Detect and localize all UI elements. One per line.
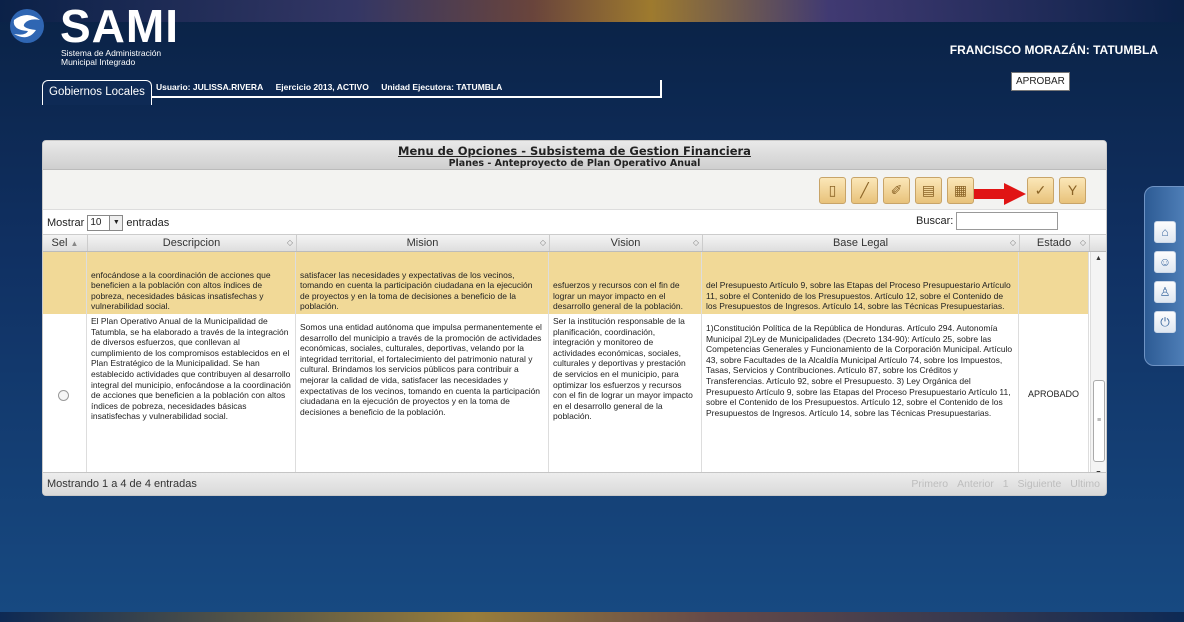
table-controls: Mostrar 10 ▼ entradas Buscar: (43, 210, 1106, 234)
report-icon: ▦ (953, 182, 968, 198)
table-info: Mostrando 1 a 4 de 4 entradas (47, 478, 197, 490)
col-vision[interactable]: Vision ◇ (549, 235, 703, 251)
scroll-up-icon[interactable]: ▲ (1095, 255, 1102, 262)
side-dock: ⌂ ☺ ♙ ⏻ (1144, 186, 1184, 366)
cell-estado (1019, 252, 1089, 314)
col-estado[interactable]: Estado ◇ (1019, 235, 1090, 251)
table-body: enfocándose a la coordinación de accione… (43, 252, 1106, 482)
action-toolbar: ▯ ╱ ✐ ▤ ▦ ✓ Y (43, 170, 1106, 210)
users-button[interactable]: ☺ (1154, 251, 1176, 273)
edit-icon: ╱ (860, 182, 869, 198)
power-icon: ⏻ (1160, 315, 1170, 329)
sort-icon: ◇ (539, 238, 546, 247)
table-scrollbar[interactable]: ▲ ≡ ▼ (1090, 252, 1106, 482)
table-row[interactable]: enfocándose a la coordinación de accione… (43, 252, 1089, 315)
chevron-down-icon: ▼ (109, 216, 123, 230)
edit-button[interactable]: ╱ (851, 177, 878, 204)
pager-first[interactable]: Primero (911, 478, 948, 490)
sort-icon: ▲ (70, 239, 79, 248)
entries-label: entradas (126, 216, 170, 229)
app-header: SAMI Sistema de Administración Municipal… (0, 0, 1184, 112)
logo-subtitle: Sistema de Administración Municipal Inte… (61, 48, 162, 67)
detail-button[interactable]: ▤ (915, 177, 942, 204)
bottom-strip (0, 612, 1184, 622)
col-sel[interactable]: Sel ▲ (43, 235, 88, 251)
new-icon: ▯ (828, 182, 837, 198)
status-badge: APROBADO (1027, 389, 1079, 399)
panel-header: Menu de Opciones - Subsistema de Gestion… (43, 141, 1106, 170)
cell-mision: satisfacer las necesidades y expectativa… (296, 252, 549, 314)
sami-logo-icon (10, 9, 44, 43)
tab-bar: Gobiernos Locales Usuario: JULISSA.RIVER… (42, 80, 662, 105)
row-select-cell (43, 314, 87, 482)
municipality-label: FRANCISCO MORAZÁN: TATUMBLA (949, 43, 1158, 57)
search-input[interactable] (956, 212, 1058, 230)
sort-icon: ◇ (286, 238, 293, 247)
col-descripcion[interactable]: Descripcion ◇ (87, 235, 297, 251)
table-row[interactable]: El Plan Operativo Anual de la Municipali… (43, 314, 1089, 482)
approve-icon: ✓ (1034, 182, 1047, 198)
detail-icon: ▤ (921, 182, 936, 198)
pager-page-1[interactable]: 1 (1003, 478, 1009, 490)
pager-next[interactable]: Siguiente (1018, 478, 1062, 490)
options-panel: Menu de Opciones - Subsistema de Gestion… (42, 140, 1107, 496)
sort-icon: ◇ (1009, 238, 1016, 247)
page-length-select[interactable]: 10 ▼ (87, 215, 124, 231)
power-button[interactable]: ⏻ (1154, 311, 1176, 333)
home-icon: ⌂ (1161, 225, 1169, 239)
cell-mision: Somos una entidad autónoma que impulsa p… (296, 314, 549, 482)
filter-button[interactable]: Y (1059, 177, 1086, 204)
pager-last[interactable]: Ultimo (1070, 478, 1100, 490)
logo-text: SAMI (60, 0, 179, 52)
show-label: Mostrar (47, 216, 85, 229)
scroll-thumb[interactable]: ≡ (1093, 380, 1105, 462)
report-button[interactable]: ▦ (947, 177, 974, 204)
pager-previous[interactable]: Anterior (957, 478, 994, 490)
cell-vision: esfuerzos y recursos con el fin de logra… (549, 252, 702, 314)
cell-vision: Ser la institución responsable de la pla… (549, 314, 702, 482)
col-base-legal[interactable]: Base Legal ◇ (702, 235, 1020, 251)
pagination: Primero Anterior 1 Siguiente Ultimo (905, 478, 1100, 490)
filter-icon: Y (1067, 182, 1078, 198)
badge-icon: ♙ (1159, 285, 1171, 299)
panel-subtitle: Planes - Anteproyecto de Plan Operativo … (448, 158, 701, 169)
table-header: Sel ▲ Descripcion ◇ Mision ◇ Vision ◇ Base … (43, 234, 1106, 252)
erase-button[interactable]: ✐ (883, 177, 910, 204)
row-select-cell (43, 252, 87, 314)
cell-descripcion: enfocándose a la coordinación de accione… (87, 252, 296, 314)
approve-button[interactable]: ✓ (1027, 177, 1054, 204)
cell-base-legal: del Presupuesto Artículo 9, sobre las Et… (702, 252, 1019, 314)
grip-icon: ≡ (1097, 417, 1102, 424)
users-icon: ☺ (1158, 255, 1172, 269)
sort-icon: ◇ (1079, 238, 1086, 247)
search-label: Buscar: (916, 215, 954, 227)
row-radio[interactable] (58, 390, 69, 401)
cell-descripcion: El Plan Operativo Anual de la Municipali… (87, 314, 296, 482)
erase-icon: ✐ (890, 182, 903, 198)
tab-gobiernos-locales[interactable]: Gobiernos Locales (42, 80, 152, 105)
user-label: Usuario: JULISSA.RIVERA (156, 82, 264, 92)
approve-tooltip: APROBAR (1011, 72, 1070, 91)
col-mision[interactable]: Mision ◇ (296, 235, 550, 251)
cell-base-legal: 1)Constitución Política de la República … (702, 314, 1019, 482)
red-arrow-icon (974, 183, 1026, 205)
executing-unit-label: Unidad Ejecutora: TATUMBLA (381, 82, 503, 92)
badge-button[interactable]: ♙ (1154, 281, 1176, 303)
home-button[interactable]: ⌂ (1154, 221, 1176, 243)
session-info: Usuario: JULISSA.RIVERA Ejercicio 2013, … (152, 80, 662, 98)
new-button[interactable]: ▯ (819, 177, 846, 204)
fiscal-year-label: Ejercicio 2013, ACTIVO (275, 82, 369, 92)
sort-icon: ◇ (692, 238, 699, 247)
table-footer: Mostrando 1 a 4 de 4 entradas Primero An… (43, 472, 1106, 495)
panel-title: Menu de Opciones - Subsistema de Gestion… (398, 144, 751, 158)
cell-estado: APROBADO (1019, 314, 1089, 482)
